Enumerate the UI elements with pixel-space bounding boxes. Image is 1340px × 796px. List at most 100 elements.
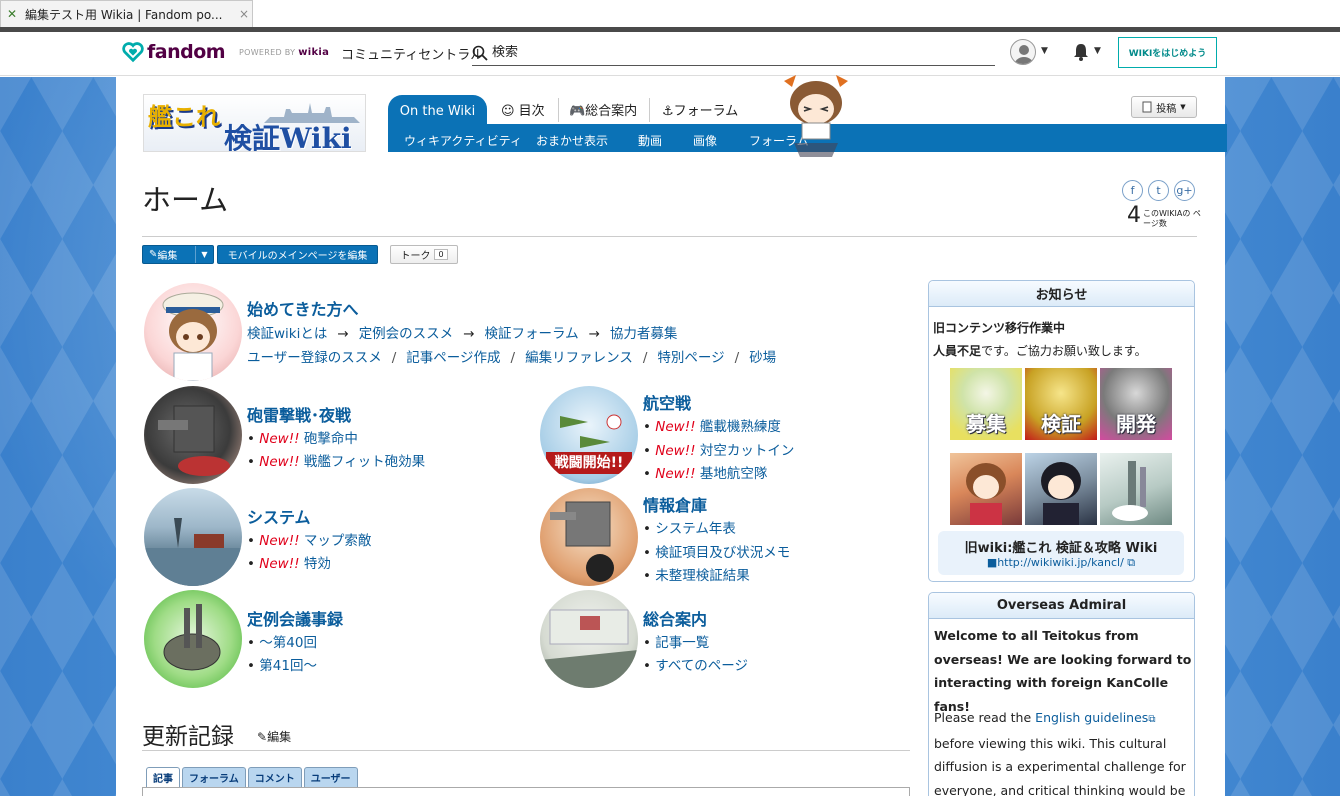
intro-row-1: 検証wikiとは → 定例会のススメ → 検証フォーラム → 協力者募集 <box>247 322 677 342</box>
character-portrait-2[interactable] <box>1025 453 1097 525</box>
list-item[interactable]: • New!! 戦艦フィット砲効果 <box>247 450 425 470</box>
edit-button[interactable]: ✎ 編集 ▼ <box>142 245 214 264</box>
list-item[interactable]: • ～第40回 <box>247 631 317 651</box>
section-heading-general-guide[interactable]: 総合案内 <box>643 606 707 630</box>
tab-users[interactable]: ユーザー <box>303 767 358 787</box>
section-heading-air-battle[interactable]: 航空戦 <box>643 390 691 414</box>
sub-link-random-page[interactable]: おまかせ表示 <box>536 132 608 149</box>
twitter-icon[interactable]: t <box>1148 180 1169 201</box>
tab-forum[interactable]: フォーラム <box>182 767 246 787</box>
list-item[interactable]: • 未整理検証結果 <box>643 564 750 584</box>
list-item[interactable]: • 検証項目及び状況メモ <box>643 541 790 561</box>
harbor-image <box>144 518 242 586</box>
link-register[interactable]: ユーザー登録のススメ <box>247 350 382 366</box>
character-portrait-1[interactable] <box>950 453 1022 525</box>
intro-portrait <box>144 283 242 381</box>
edit-dropdown-chevron-icon[interactable]: ▼ <box>195 246 213 263</box>
talk-count-badge: 0 <box>434 249 448 260</box>
recruit-tile[interactable]: 募集 <box>950 368 1022 440</box>
character-portrait-3[interactable] <box>1100 453 1172 525</box>
link-forum[interactable]: 検証フォーラム <box>485 326 579 342</box>
talk-button[interactable]: トーク 0 <box>390 245 458 264</box>
recruit-tile-label: 募集 <box>966 412 1006 436</box>
list-item[interactable]: • 記事一覧 <box>643 631 709 651</box>
community-central-link[interactable]: コミュニティセントラル <box>341 44 483 63</box>
search-icon <box>472 45 488 61</box>
list-item[interactable]: • New!! マップ索敵 <box>247 529 371 549</box>
chevron-down-icon: ▼ <box>1180 103 1186 111</box>
section-heading-shelling[interactable]: 砲雷撃戦･夜戦 <box>247 402 351 426</box>
link-create-page[interactable]: 記事ページ作成 <box>406 350 500 366</box>
office-room-image <box>540 609 638 688</box>
tab-comments[interactable]: コメント <box>247 767 302 787</box>
google-plus-icon[interactable]: g+ <box>1174 180 1195 201</box>
tab-articles[interactable]: 記事 <box>146 767 180 787</box>
old-wiki-link[interactable]: ■http://wikiwiki.jp/kancl/ ⧉ <box>938 556 1184 570</box>
tab-forum[interactable]: ⚓フォーラム <box>662 100 738 119</box>
divider <box>142 750 910 751</box>
page-title: ホーム <box>142 183 229 217</box>
english-guidelines-link[interactable]: English guidelines <box>1035 710 1148 725</box>
section-heading-meeting-minutes[interactable]: 定例会議事録 <box>247 606 343 630</box>
develop-tile-label: 開発 <box>1116 412 1156 436</box>
meeting-minutes-image <box>144 590 242 688</box>
intro-heading[interactable]: 始めてきた方へ <box>247 296 359 320</box>
start-wiki-button[interactable]: WIKIをはじめよう <box>1118 37 1217 68</box>
tab-general-guide[interactable]: 🎮総合案内 <box>569 100 637 119</box>
link-meeting[interactable]: 定例会のススメ <box>359 326 454 342</box>
list-item[interactable]: • New!! 特効 <box>247 552 331 572</box>
overseas-welcome-text: Welcome to all Teitokus from overseas! W… <box>934 628 1192 714</box>
girl-portrait-image <box>966 463 1006 525</box>
girl-portrait-image <box>1041 462 1081 525</box>
section-heading-info-archive[interactable]: 情報倉庫 <box>643 492 707 516</box>
link-recruit[interactable]: 協力者募集 <box>610 326 678 342</box>
page-count-label: このWIKIAの ページ数 <box>1143 209 1201 228</box>
turret-girl-image <box>550 501 614 582</box>
list-item[interactable]: • すべてのページ <box>643 654 748 674</box>
section-heading-system[interactable]: システム <box>247 504 311 528</box>
list-item[interactable]: • New!! 砲撃命中 <box>247 427 358 447</box>
global-search[interactable] <box>472 40 995 66</box>
system-image <box>144 488 242 586</box>
sub-link-images[interactable]: 画像 <box>693 132 717 149</box>
facebook-icon[interactable]: f <box>1122 180 1143 201</box>
battle-start-banner: 戦闘開始!! <box>554 455 624 471</box>
list-item[interactable]: • New!! 基地航空隊 <box>643 462 767 482</box>
develop-tile[interactable]: 開発 <box>1100 368 1172 440</box>
link-special-pages[interactable]: 特別ページ <box>657 350 724 366</box>
tab-on-the-wiki[interactable]: On the Wiki <box>388 95 487 127</box>
chevron-down-icon[interactable]: ▼ <box>1041 46 1048 56</box>
list-item[interactable]: • New!! 艦載機熟練度 <box>643 415 781 435</box>
tab-contents[interactable]: ☺ 目次 <box>501 100 545 119</box>
list-item[interactable]: • New!! 対空カットイン <box>643 439 794 459</box>
contribute-button[interactable]: 投稿 ▼ <box>1131 96 1197 118</box>
user-avatar[interactable] <box>1010 39 1036 65</box>
browser-tab[interactable]: ✕ 編集テスト用 Wikia | Fandom po... × <box>0 0 253 27</box>
link-edit-reference[interactable]: 編集リファレンス <box>525 350 633 366</box>
page-icon <box>1142 101 1152 113</box>
edit-mobile-main-page-button[interactable]: モバイルのメインページを編集 <box>217 245 378 264</box>
air-battle-image: 戦闘開始!! <box>540 386 638 484</box>
wiki-logo-line2: 検証Wiki <box>224 122 352 152</box>
separator: / <box>642 350 648 366</box>
notice-line-1: 旧コンテンツ移行作業中 <box>933 321 1066 335</box>
old-wiki-title: 旧wiki:艦これ 検証＆攻略 Wiki <box>964 541 1158 556</box>
recent-changes-tabs: 記事 フォーラム コメント ユーザー <box>146 767 358 787</box>
verify-tile-label: 検証 <box>1041 412 1081 436</box>
global-navigation: fandom POWERED BY wikia コミュニティセントラル ▼ ▼ … <box>0 32 1340 76</box>
sub-link-wiki-activity[interactable]: ウィキアクティビティ <box>404 132 522 149</box>
sub-link-videos[interactable]: 動画 <box>638 132 662 149</box>
list-item[interactable]: • 第41回～ <box>247 654 317 674</box>
verify-tile[interactable]: 検証 <box>1025 368 1097 440</box>
fandom-logo[interactable]: fandom <box>122 41 226 63</box>
tab-close-icon[interactable]: × <box>236 7 252 21</box>
link-sandbox[interactable]: 砂場 <box>749 350 776 366</box>
chevron-down-icon[interactable]: ▼ <box>1094 46 1101 56</box>
wiki-logo[interactable]: 艦これ 検証Wiki <box>143 94 366 152</box>
recent-changes-edit-link[interactable]: ✎編集 <box>257 728 291 745</box>
search-input[interactable] <box>492 45 982 60</box>
notifications-bell-icon[interactable] <box>1073 43 1089 61</box>
divider <box>142 236 1197 237</box>
list-item[interactable]: • システム年表 <box>643 517 736 537</box>
link-about[interactable]: 検証wikiとは <box>247 326 327 342</box>
